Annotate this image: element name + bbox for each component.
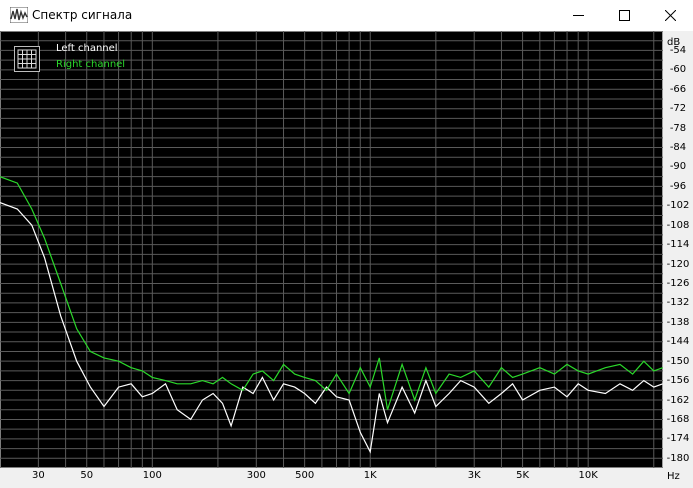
y-tick-label: -108 [666, 219, 690, 231]
y-tick-label: -144 [666, 336, 690, 348]
x-tick-label: 50 [80, 470, 94, 481]
x-tick-label: 5K [516, 470, 530, 481]
spectrum-app-icon [10, 7, 28, 23]
y-tick-label: -120 [666, 258, 690, 270]
legend-right-channel: Right channel [56, 59, 126, 70]
y-tick-label: -60 [669, 64, 687, 76]
title-bar: Спектр сигнала [0, 0, 693, 31]
y-tick-label: -96 [669, 180, 687, 192]
close-button[interactable] [647, 0, 693, 31]
x-unit-label: Hz [667, 471, 680, 482]
x-tick-label: 100 [142, 470, 162, 481]
close-icon [664, 10, 676, 21]
x-tick-label: 1K [363, 470, 377, 481]
minimize-button[interactable] [555, 0, 601, 31]
x-tick-label: 300 [246, 470, 266, 481]
x-tick-label: 30 [31, 470, 45, 481]
y-tick-label: -180 [666, 452, 690, 464]
x-tick-label: 500 [295, 470, 315, 481]
legend-left-channel: Left channel [56, 43, 118, 54]
x-tick-label: 3K [467, 470, 481, 481]
minimize-icon [572, 15, 584, 16]
y-tick-label: -162 [666, 394, 690, 406]
maximize-button[interactable] [601, 0, 647, 31]
y-tick-label: -102 [666, 200, 690, 212]
y-tick-label: -54 [669, 44, 687, 56]
x-tick-label: 10K [578, 470, 598, 481]
y-tick-label: -90 [669, 161, 687, 173]
y-tick-label: -72 [669, 103, 687, 115]
y-tick-label: -150 [666, 355, 690, 367]
maximize-icon [618, 10, 630, 21]
y-tick-label: -66 [669, 83, 687, 95]
y-tick-label: -78 [669, 122, 687, 134]
y-tick-label: -126 [666, 277, 690, 289]
y-tick-label: -138 [666, 316, 690, 328]
series-left-channel [0, 202, 663, 454]
y-tick-label: -174 [666, 433, 690, 445]
y-tick-label: -156 [666, 375, 690, 387]
y-tick-label: -84 [669, 142, 687, 154]
grid-toggle-icon[interactable] [14, 46, 40, 72]
window-title: Спектр сигнала [32, 8, 133, 22]
y-tick-label: -132 [666, 297, 690, 309]
y-tick-label: -168 [666, 413, 690, 425]
spectrum-plot[interactable] [0, 31, 663, 468]
y-tick-label: -114 [666, 239, 690, 251]
